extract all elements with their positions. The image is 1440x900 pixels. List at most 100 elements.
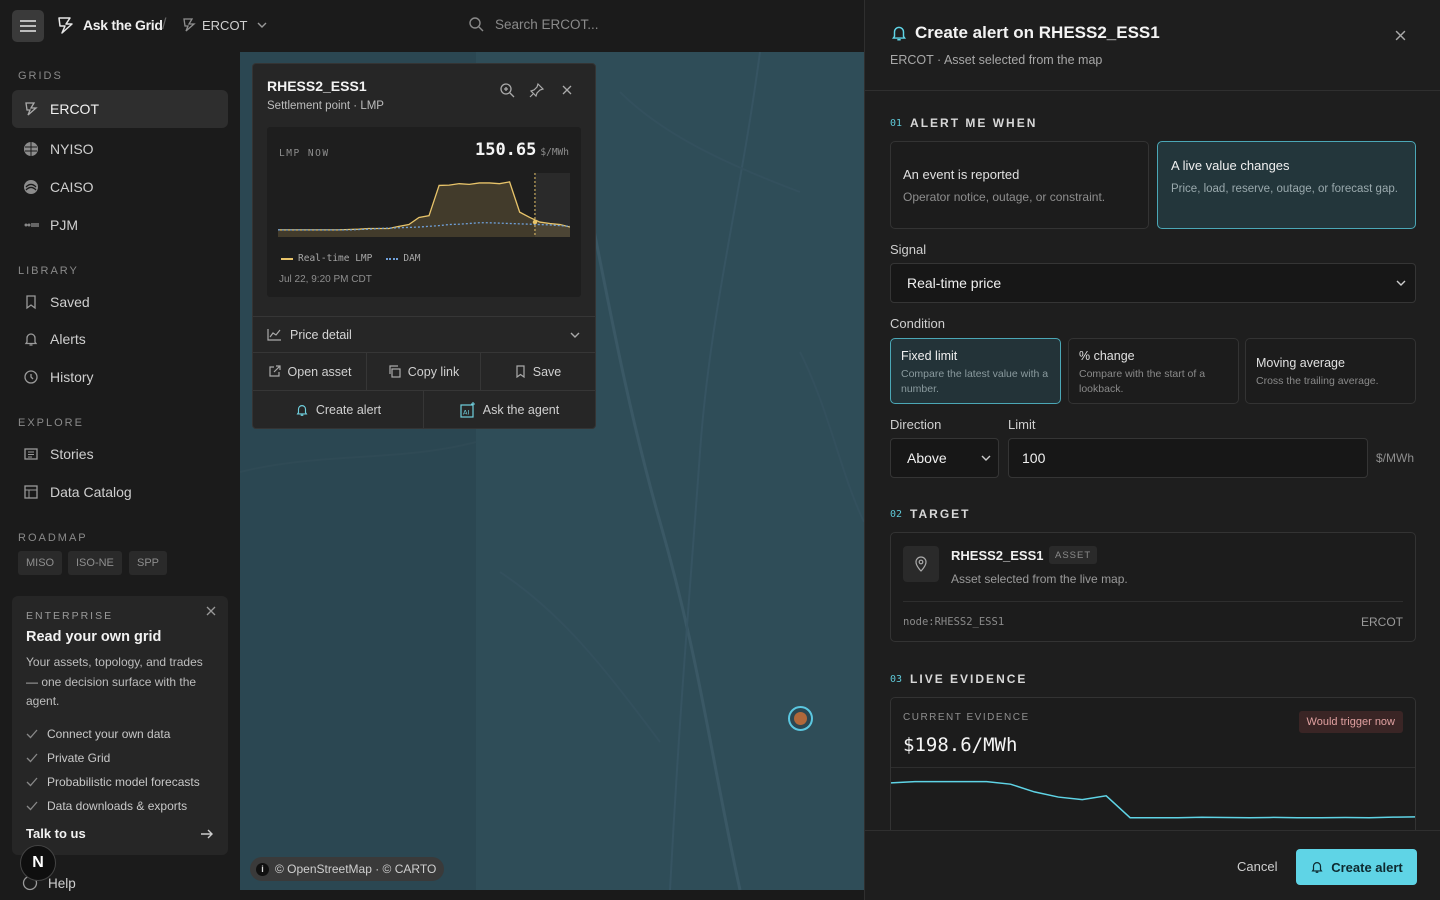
sidebar-item-saved[interactable]: Saved: [12, 283, 228, 321]
panel-header: Create alert on RHESS2_ESS1 ERCOT · Asse…: [865, 0, 1440, 91]
close-icon: [206, 606, 216, 616]
avatar[interactable]: N: [20, 845, 56, 881]
search-placeholder: Search ERCOT...: [495, 16, 599, 32]
save-label: Save: [532, 364, 562, 379]
sidebar-item-label: ERCOT: [50, 101, 99, 117]
sidebar-item-label: Data Catalog: [50, 484, 132, 500]
sidebar-item-ercot[interactable]: ERCOT: [12, 90, 228, 128]
sidebar-item-caiso[interactable]: CAISO: [12, 168, 228, 206]
close-icon: [1395, 30, 1406, 41]
limit-input[interactable]: 100: [1008, 438, 1368, 478]
sidebar-item-alerts[interactable]: Alerts: [12, 320, 228, 358]
alert-type-event[interactable]: An event is reported Operator notice, ou…: [890, 141, 1149, 229]
ask-agent-label: Ask the agent: [482, 402, 560, 417]
promo-feature: Probabilistic model forecasts: [26, 770, 214, 794]
condition-percent-change[interactable]: % change Compare with the start of a loo…: [1068, 338, 1239, 404]
signal-select[interactable]: Real-time price: [890, 263, 1416, 303]
open-asset-label: Open asset: [287, 364, 352, 379]
target-divider: [903, 601, 1403, 602]
grid-logo-icon: [58, 17, 73, 34]
lmp-readout: 150.65 $/MWh: [475, 140, 569, 160]
promo-close-button[interactable]: [206, 606, 216, 616]
target-card: RHESS2_ESS1 ASSET Asset selected from th…: [890, 532, 1416, 642]
direction-select[interactable]: Above: [890, 438, 999, 478]
roadmap-chip-spp: SPP: [129, 551, 168, 575]
popup-close-button[interactable]: [562, 85, 572, 95]
sidebar-item-label: Saved: [50, 294, 90, 310]
top-bar: Ask the Grid / ERCOT Search ERCOT...: [0, 0, 864, 52]
nyiso-logo-icon: [22, 140, 40, 158]
sidebar-item-label: Stories: [50, 446, 94, 462]
alert-type-live-value[interactable]: A live value changes Price, load, reserv…: [1157, 141, 1416, 229]
open-asset-button[interactable]: Open asset: [253, 352, 367, 390]
current-point: [532, 219, 538, 225]
target-name: RHESS2_ESS1: [951, 548, 1044, 563]
search-icon: [469, 17, 484, 32]
evidence-card: CURRENT EVIDENCE $198.6/MWh Would trigge…: [890, 697, 1416, 830]
chevron-down-icon: [981, 455, 991, 461]
panel-close-button[interactable]: [1395, 30, 1406, 41]
grid-switcher[interactable]: ERCOT: [182, 17, 268, 33]
cancel-button[interactable]: Cancel: [1237, 859, 1277, 874]
bookmark-icon: [22, 293, 40, 311]
sidebar-item-label: History: [50, 369, 94, 385]
signal-value: Real-time price: [907, 275, 1002, 291]
condition-label: Condition: [890, 316, 945, 331]
sidebar-item-pjm[interactable]: PJM: [12, 206, 228, 244]
sidebar-item-history[interactable]: History: [12, 358, 228, 396]
talk-to-us-button[interactable]: Talk to us: [26, 826, 214, 841]
sidebar-item-label: NYISO: [50, 141, 94, 157]
talk-to-us-label: Talk to us: [26, 826, 86, 841]
copy-link-button[interactable]: Copy link: [367, 352, 481, 390]
stories-icon: [22, 445, 40, 463]
roadmap-chip-iso-ne: ISO-NE: [68, 551, 122, 575]
library-heading: LIBRARY: [18, 265, 79, 277]
app-logo[interactable]: Ask the Grid: [56, 15, 163, 35]
map-attribution: i © OpenStreetMap · © CARTO: [250, 857, 445, 881]
target-desc: Asset selected from the live map.: [951, 572, 1128, 586]
zoom-button[interactable]: [499, 82, 515, 98]
pin-icon: [529, 82, 545, 98]
menu-button[interactable]: [12, 10, 44, 42]
asset-marker[interactable]: [788, 706, 813, 731]
pin-button[interactable]: [529, 82, 545, 98]
condition-fixed-limit[interactable]: Fixed limit Compare the latest value wit…: [890, 338, 1061, 404]
popup-subtitle: Settlement point · LMP: [267, 100, 384, 112]
popup-create-alert-button[interactable]: Create alert: [253, 390, 424, 428]
condition-desc: Cross the trailing average.: [1256, 375, 1379, 387]
info-icon[interactable]: i: [256, 862, 269, 876]
asset-marker-dot: [794, 712, 807, 725]
location-pin-icon: [915, 556, 927, 572]
save-button[interactable]: Save: [481, 352, 595, 390]
chevron-down-icon: [570, 332, 580, 338]
sidebar-item-stories[interactable]: Stories: [12, 435, 228, 473]
direction-value: Above: [907, 450, 947, 466]
promo-body: Your assets, topology, and trades — one …: [26, 655, 203, 708]
promo-feature-label: Connect your own data: [47, 726, 171, 741]
price-detail-toggle[interactable]: Price detail: [253, 316, 595, 352]
trigger-badge: Would trigger now: [1298, 711, 1403, 733]
limit-label: Limit: [1008, 417, 1036, 432]
promo-feature-label: Probabilistic model forecasts: [47, 774, 200, 789]
promo-feature-label: Data downloads & exports: [47, 798, 188, 813]
sidebar-item-label: Alerts: [50, 331, 86, 347]
avatar-letter: N: [32, 854, 44, 871]
sidebar-item-nyiso[interactable]: NYISO: [12, 130, 228, 168]
chevron-down-icon: [1396, 280, 1406, 286]
search-bar[interactable]: Search ERCOT...: [468, 16, 599, 32]
ask-agent-button[interactable]: AI Ask the agent: [424, 390, 595, 428]
zoom-in-icon: [500, 83, 515, 98]
create-alert-button[interactable]: Create alert: [1296, 849, 1417, 885]
condition-moving-average[interactable]: Moving average Cross the trailing averag…: [1245, 338, 1416, 404]
limit-value: 100: [1022, 450, 1046, 466]
target-grid: ERCOT: [1361, 615, 1403, 629]
lmp-timestamp: Jul 22, 9:20 PM CDT: [279, 274, 372, 285]
step-title: TARGET: [910, 507, 971, 521]
sidebar-item-data-catalog[interactable]: Data Catalog: [12, 473, 228, 511]
pjm-logo-icon: [22, 216, 40, 234]
target-badge: ASSET: [1049, 546, 1098, 564]
sidebar-item-label: PJM: [50, 217, 78, 233]
condition-desc: Compare the latest value with a number.: [901, 368, 1049, 395]
step-number: 01: [890, 117, 903, 129]
bell-icon: [22, 330, 40, 348]
